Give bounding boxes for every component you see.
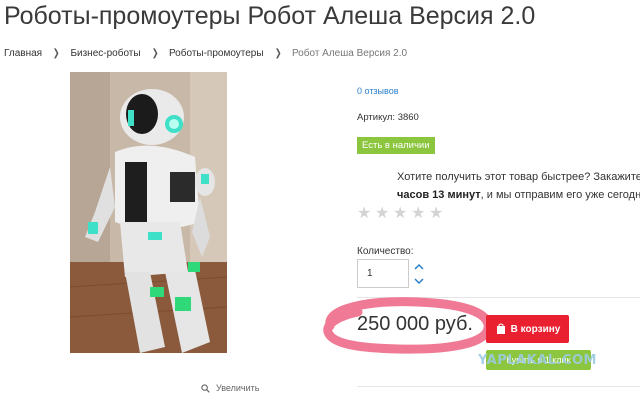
add-to-cart-button[interactable]: В корзину [486,315,569,343]
product-sku: Артикул: 3860 [357,112,419,123]
chevron-right-icon: ❯ [52,47,60,59]
promo-line-2: часов 13 минут, и мы отправим его уже се… [397,186,640,204]
price-highlight-circle [323,297,493,354]
zoom-button[interactable]: Увеличить [201,383,259,393]
chevron-right-icon: ❯ [151,47,159,59]
star-icon[interactable]: ★ [429,206,443,222]
star-icon[interactable]: ★ [411,206,425,222]
star-icon[interactable]: ★ [393,206,407,222]
chevron-down-icon[interactable] [413,276,425,286]
product-photo[interactable] [70,72,227,353]
breadcrumb-business-robots[interactable]: Бизнес-роботы [70,48,140,59]
breadcrumb-home[interactable]: Главная [4,48,42,59]
star-icon[interactable]: ★ [375,206,389,222]
promo-line-1: Хотите получить этот товар быстрее? Зака… [397,171,640,183]
reviews-link[interactable]: 0 отзывов [357,86,399,96]
stock-badge: Есть в наличии [357,137,435,154]
cart-icon [496,323,505,334]
robot-image [70,72,227,353]
quantity-label: Количество: [357,246,414,257]
breadcrumb: Главная ❯ Бизнес-роботы ❯ Роботы-промоут… [4,46,407,60]
divider [357,386,640,387]
page-title: Роботы-промоутеры Робот Алеша Версия 2.0 [4,2,536,30]
rating-stars: ★ ★ ★ ★ ★ [357,206,443,222]
chevron-up-icon[interactable] [413,262,425,272]
magnifier-icon [201,383,210,393]
breadcrumb-promo-robots[interactable]: Роботы-промоутеры [169,48,264,59]
promo-countdown: часов 13 минут [397,189,481,201]
chevron-right-icon: ❯ [274,47,282,59]
cart-button-label: В корзину [510,323,561,335]
delivery-promo: Хотите получить этот товар быстрее? Зака… [397,168,640,204]
zoom-label: Увеличить [216,383,260,393]
quantity-input[interactable]: 1 [357,259,409,288]
breadcrumb-current: Робот Алеша Версия 2.0 [291,47,408,59]
promo-tail: , и мы отправим его уже сегодня [480,189,640,201]
star-icon[interactable]: ★ [357,206,371,222]
watermark: YAPLAKAL.COM [478,353,597,368]
